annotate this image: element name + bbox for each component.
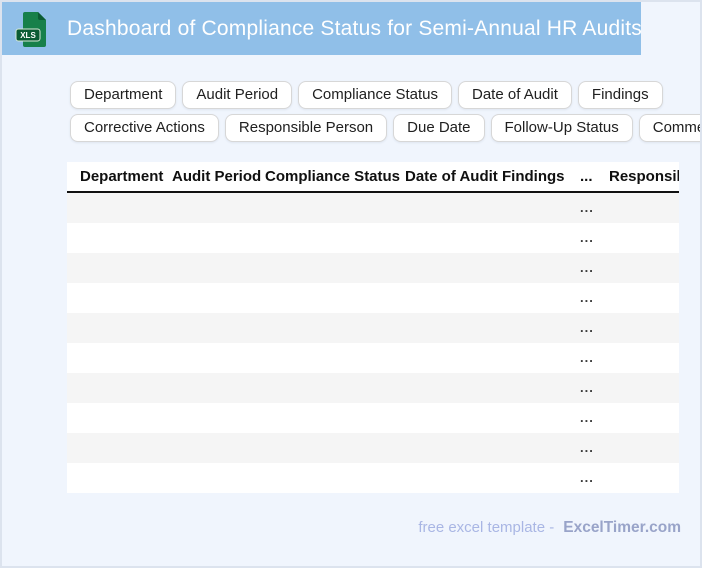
excel-file-icon: XLS bbox=[15, 11, 47, 47]
table-row: ... bbox=[67, 403, 679, 433]
xls-badge-text: XLS bbox=[20, 31, 36, 40]
table-header-row: Department Audit Period Compliance Statu… bbox=[67, 162, 679, 193]
table-row: ... bbox=[67, 283, 679, 313]
table-row: ... bbox=[67, 463, 679, 493]
col-header-date-of-audit: Date of Audit bbox=[405, 168, 498, 185]
chip-row-1: Department Audit Period Compliance Statu… bbox=[70, 81, 700, 109]
col-header-ellipsis: ... bbox=[580, 168, 593, 185]
table-row: ... bbox=[67, 313, 679, 343]
row-ellipsis: ... bbox=[580, 290, 594, 305]
page-title: Dashboard of Compliance Status for Semi-… bbox=[67, 16, 642, 40]
row-ellipsis: ... bbox=[580, 350, 594, 365]
title-banner: XLS Dashboard of Compliance Status for S… bbox=[2, 2, 642, 55]
footer-brand-link[interactable]: ExcelTimer.com bbox=[563, 519, 681, 537]
dashboard-page: XLS Dashboard of Compliance Status for S… bbox=[0, 0, 702, 568]
col-header-department: Department bbox=[80, 168, 164, 185]
chip-responsible-person[interactable]: Responsible Person bbox=[224, 114, 388, 142]
row-ellipsis: ... bbox=[580, 380, 594, 395]
table-row: ... bbox=[67, 193, 679, 223]
row-ellipsis: ... bbox=[580, 200, 594, 215]
table-row: ... bbox=[67, 373, 679, 403]
chip-follow-up-status[interactable]: Follow-Up Status bbox=[490, 114, 633, 142]
chip-due-date[interactable]: Due Date bbox=[393, 114, 485, 142]
row-ellipsis: ... bbox=[580, 470, 594, 485]
row-ellipsis: ... bbox=[580, 440, 594, 455]
row-ellipsis: ... bbox=[580, 260, 594, 275]
footer-caption: free excel template - bbox=[418, 519, 555, 536]
col-header-audit-period: Audit Period bbox=[172, 168, 262, 185]
footer: free excel template - ExcelTimer.com bbox=[418, 519, 681, 537]
chip-corrective-actions[interactable]: Corrective Actions bbox=[70, 114, 219, 142]
table-row: ... bbox=[67, 343, 679, 373]
audit-table: Department Audit Period Compliance Statu… bbox=[67, 162, 679, 493]
table-row: ... bbox=[67, 223, 679, 253]
col-header-compliance-status: Compliance Status bbox=[265, 168, 401, 185]
chip-row-2: Corrective Actions Responsible Person Du… bbox=[70, 114, 700, 142]
column-chip-list: Department Audit Period Compliance Statu… bbox=[70, 81, 700, 147]
table-row: ... bbox=[67, 253, 679, 283]
chip-audit-period[interactable]: Audit Period bbox=[182, 81, 293, 109]
chip-comments[interactable]: Comments bbox=[638, 114, 700, 142]
chip-date-of-audit[interactable]: Date of Audit bbox=[458, 81, 572, 109]
row-ellipsis: ... bbox=[580, 410, 594, 425]
row-ellipsis: ... bbox=[580, 320, 594, 335]
row-ellipsis: ... bbox=[580, 230, 594, 245]
chip-department[interactable]: Department bbox=[70, 81, 177, 109]
table-row: ... bbox=[67, 433, 679, 463]
table-body: ... ... ... ... ... ... ... ... ... ... bbox=[67, 193, 679, 493]
col-header-responsible-person: Responsible Person bbox=[609, 168, 679, 185]
col-header-findings: Findings bbox=[502, 168, 565, 185]
chip-compliance-status[interactable]: Compliance Status bbox=[298, 81, 452, 109]
chip-findings[interactable]: Findings bbox=[577, 81, 663, 109]
